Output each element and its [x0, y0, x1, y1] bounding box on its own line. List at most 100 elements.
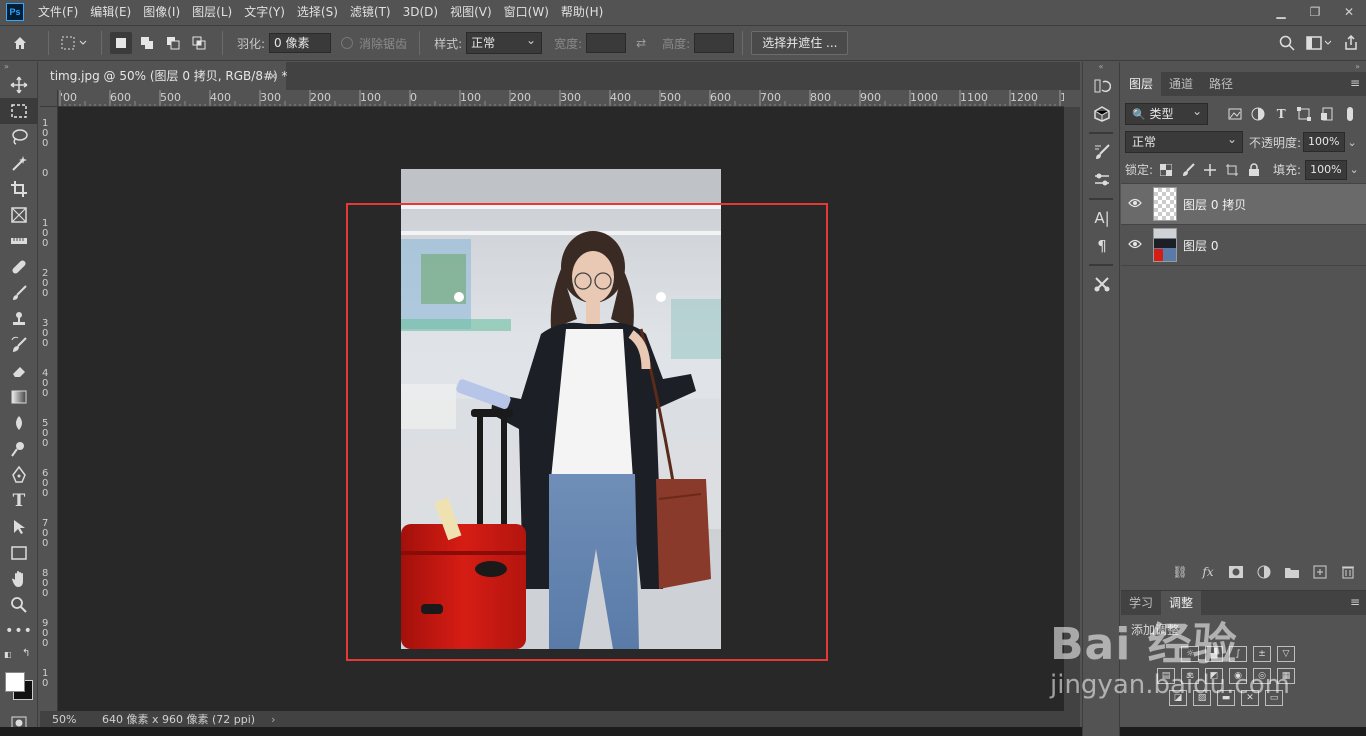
subtract-selection-icon[interactable] — [162, 32, 184, 54]
close-window-icon[interactable]: ✕ — [1332, 2, 1366, 22]
lasso-icon[interactable] — [0, 124, 38, 150]
lock-pixels-icon[interactable] — [1177, 159, 1199, 181]
zoom-icon[interactable] — [0, 592, 38, 618]
frame-icon[interactable] — [0, 202, 38, 228]
feather-input[interactable]: 0 像素 — [269, 33, 332, 53]
home-icon[interactable] — [0, 31, 40, 55]
3d-icon[interactable] — [1083, 100, 1121, 128]
lock-transparent-icon[interactable] — [1155, 159, 1177, 181]
character-icon[interactable]: A| — [1083, 204, 1121, 232]
workspace-icon[interactable] — [1302, 31, 1336, 55]
intersect-selection-icon[interactable] — [188, 32, 210, 54]
tab-layers[interactable]: 图层 — [1121, 72, 1162, 96]
crop-icon[interactable] — [0, 176, 38, 202]
eraser-icon[interactable] — [0, 358, 38, 384]
menu-layer[interactable]: 图层(L) — [186, 0, 238, 24]
lock-all-icon[interactable] — [1243, 159, 1265, 181]
history-brush-icon[interactable] — [0, 332, 38, 358]
select-and-mask-button[interactable]: 选择并遮住 ... — [751, 31, 849, 55]
search-icon[interactable] — [1272, 31, 1302, 55]
collapse-icon[interactable]: » — [1121, 62, 1366, 72]
antialias-checkbox[interactable] — [341, 37, 354, 49]
filter-pixel-icon[interactable] — [1224, 103, 1247, 125]
layer-row[interactable]: 图层 0 — [1121, 225, 1366, 266]
filter-shape-icon[interactable] — [1293, 103, 1316, 125]
menu-3d[interactable]: 3D(D) — [397, 0, 444, 24]
visibility-eye-icon[interactable] — [1121, 197, 1149, 211]
selective-color-icon[interactable]: ✕ — [1241, 690, 1259, 706]
threshold-icon[interactable]: ▬ — [1217, 690, 1235, 706]
brush-icon[interactable] — [0, 280, 38, 306]
hue-saturation-icon[interactable]: ▤ — [1157, 668, 1175, 684]
fill-dropdown-icon[interactable]: ⌄ — [1347, 160, 1361, 180]
menu-filter[interactable]: 滤镜(T) — [344, 0, 397, 24]
opacity-input[interactable]: 100% — [1303, 132, 1346, 152]
add-selection-icon[interactable] — [136, 32, 158, 54]
filter-smart-object-icon[interactable] — [1316, 103, 1339, 125]
type-tool-icon[interactable]: T — [0, 488, 38, 514]
fill-input[interactable]: 100% — [1305, 159, 1348, 180]
minimize-icon[interactable]: ▁ — [1264, 2, 1298, 22]
photo-filter-icon[interactable]: ◉ — [1229, 668, 1247, 684]
blur-icon[interactable] — [0, 410, 38, 436]
foreground-color-swatch[interactable] — [5, 672, 25, 692]
filter-type-icon[interactable]: T — [1270, 103, 1293, 125]
filter-toggle-icon[interactable] — [1339, 103, 1362, 125]
menu-type[interactable]: 文字(Y) — [238, 0, 291, 24]
tab-adjustments[interactable]: 调整 — [1161, 591, 1202, 615]
tool-presets-icon[interactable] — [1083, 270, 1121, 298]
canvas-area[interactable] — [58, 107, 1064, 711]
path-selection-icon[interactable] — [0, 514, 38, 540]
collapse-icon[interactable]: « — [1083, 62, 1119, 72]
menu-help[interactable]: 帮助(H) — [555, 0, 609, 24]
layer-style-icon[interactable]: fx — [1198, 562, 1218, 582]
hand-icon[interactable] — [0, 566, 38, 592]
rectangle-shape-icon[interactable] — [0, 540, 38, 566]
swap-colors-icon[interactable]: ↰ — [22, 648, 30, 659]
zoom-level[interactable]: 50% — [40, 713, 88, 726]
filter-adjustment-icon[interactable] — [1247, 103, 1270, 125]
pen-icon[interactable] — [0, 462, 38, 488]
gradient-map-icon[interactable]: ▭ — [1265, 690, 1283, 706]
ruler-vertical[interactable]: 1 0 0 0 1 0 0 2 0 0 3 0 0 4 0 0 5 0 0 6 0 0 7 0 … — [40, 107, 58, 711]
move-tool-icon[interactable] — [0, 72, 38, 98]
color-lookup-icon[interactable]: ▦ — [1277, 668, 1295, 684]
healing-brush-icon[interactable] — [0, 254, 38, 280]
link-layers-icon[interactable]: ⛓ — [1170, 562, 1190, 582]
new-group-icon[interactable] — [1282, 562, 1302, 582]
document-tab[interactable]: timg.jpg @ 50% (图层 0 拷贝, RGB/8#) * × — [40, 62, 288, 90]
swap-icon[interactable]: ⇄ — [626, 31, 656, 55]
style-select[interactable]: 正常 — [466, 30, 543, 54]
paragraph-icon[interactable]: ¶ — [1083, 232, 1121, 260]
vibrance-icon[interactable]: ▽ — [1277, 646, 1295, 662]
brush-settings-icon[interactable] — [1083, 166, 1121, 194]
height-input[interactable] — [694, 33, 735, 53]
curves-icon[interactable]: ∫ — [1229, 646, 1247, 662]
brightness-contrast-icon[interactable]: ☼ — [1181, 646, 1199, 662]
status-menu-arrow-icon[interactable]: › — [271, 713, 275, 726]
marquee-preset-icon[interactable] — [57, 31, 93, 55]
color-balance-icon[interactable]: ⚖ — [1181, 668, 1199, 684]
menu-file[interactable]: 文件(F) — [32, 0, 84, 24]
channel-mixer-icon[interactable]: ◎ — [1253, 668, 1271, 684]
rectangular-marquee-icon[interactable] — [0, 98, 38, 124]
blend-mode-select[interactable]: 正常 — [1125, 129, 1243, 153]
lock-artboard-icon[interactable] — [1221, 159, 1243, 181]
new-layer-icon[interactable] — [1310, 562, 1330, 582]
add-mask-icon[interactable] — [1226, 562, 1246, 582]
tab-paths[interactable]: 路径 — [1201, 72, 1241, 96]
ruler-icon[interactable] — [0, 228, 38, 254]
panel-menu-icon[interactable]: ≡ — [1350, 595, 1360, 609]
invert-icon[interactable]: ◪ — [1169, 690, 1187, 706]
menu-image[interactable]: 图像(I) — [137, 0, 186, 24]
black-white-icon[interactable]: ◩ — [1205, 668, 1223, 684]
new-adjustment-layer-icon[interactable] — [1254, 562, 1274, 582]
more-tools-icon[interactable]: ••• — [0, 618, 38, 644]
menu-window[interactable]: 窗口(W) — [498, 0, 555, 24]
menu-edit[interactable]: 编辑(E) — [84, 0, 137, 24]
restore-icon[interactable]: ❐ — [1298, 2, 1332, 22]
default-colors-icon[interactable]: ◧ — [4, 650, 12, 659]
opacity-dropdown-icon[interactable]: ⌄ — [1345, 132, 1359, 152]
clone-stamp-icon[interactable] — [0, 306, 38, 332]
menu-select[interactable]: 选择(S) — [291, 0, 344, 24]
